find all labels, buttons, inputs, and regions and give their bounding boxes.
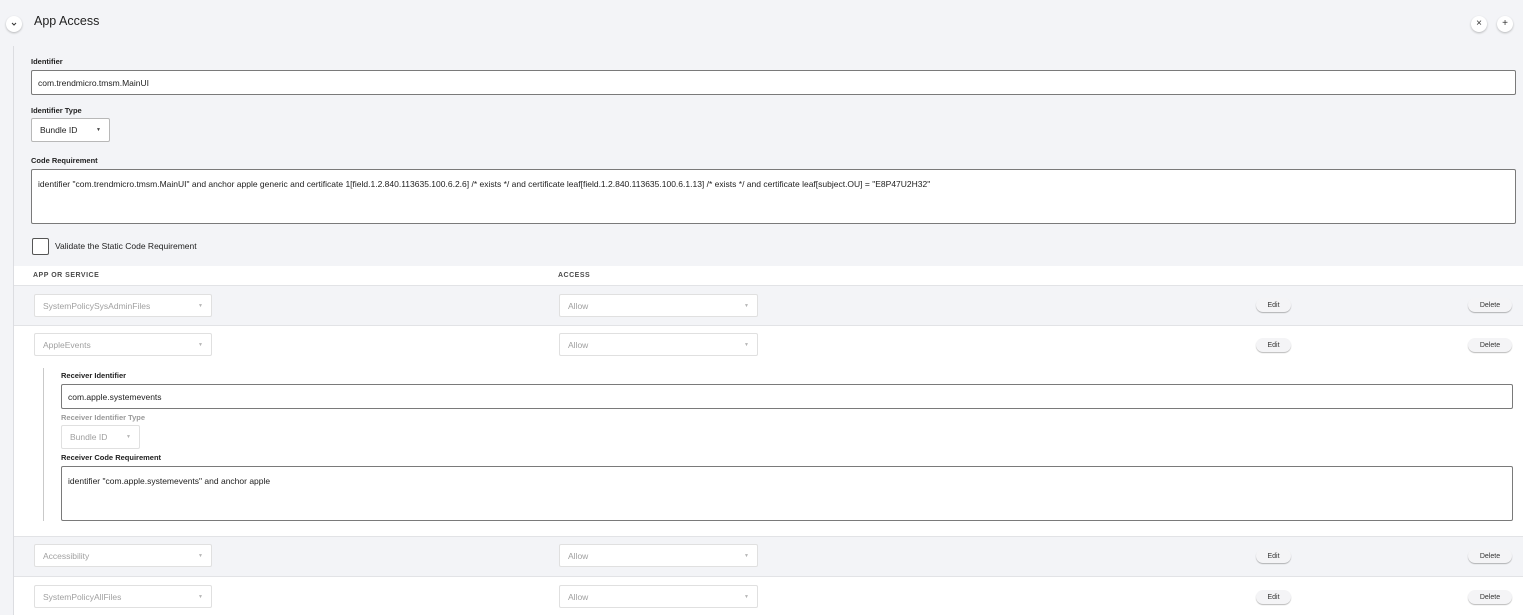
identifier-type-label: Identifier Type: [31, 106, 82, 115]
service-value: AppleEvents: [43, 339, 91, 350]
caret-down-icon: ▼: [744, 341, 749, 348]
table-header: APP OR SERVICE ACCESS: [14, 266, 1523, 286]
caret-down-icon: ▼: [198, 302, 203, 309]
caret-down-icon: ▼: [198, 341, 203, 348]
caret-down-icon: ▼: [96, 127, 101, 133]
receiver-code-requirement-textarea[interactable]: identifier "com.apple.systemevents" and …: [61, 466, 1513, 521]
receiver-identifier-value: com.apple.systemevents: [68, 391, 162, 402]
caret-down-icon: ▼: [744, 302, 749, 309]
table-row: Accessibility ▼ Allow ▼ Edit Delete: [14, 537, 1523, 577]
close-button[interactable]: ×: [1471, 16, 1487, 32]
edit-button[interactable]: Edit: [1256, 298, 1291, 312]
service-select[interactable]: AppleEvents ▼: [34, 333, 212, 356]
caret-down-icon: ▼: [198, 552, 203, 559]
validate-static-checkbox[interactable]: [32, 238, 49, 255]
close-icon: ×: [1476, 18, 1482, 29]
column-header-access: ACCESS: [558, 272, 591, 279]
service-select[interactable]: SystemPolicySysAdminFiles ▼: [34, 294, 212, 317]
edit-button[interactable]: Edit: [1256, 338, 1291, 352]
table-row: SystemPolicyAllFiles ▼ Allow ▼ Edit Dele…: [14, 577, 1523, 615]
receiver-identifier-input[interactable]: com.apple.systemevents: [61, 384, 1513, 409]
delete-button[interactable]: Delete: [1468, 549, 1512, 563]
receiver-identifier-type-label: Receiver Identifier Type: [61, 413, 146, 422]
identifier-type-select[interactable]: Bundle ID ▼: [31, 118, 110, 142]
access-value: Allow: [568, 300, 589, 311]
table-row: SystemPolicySysAdminFiles ▼ Allow ▼ Edit…: [14, 286, 1523, 326]
delete-button[interactable]: Delete: [1468, 298, 1512, 312]
access-value: Allow: [568, 550, 589, 561]
code-requirement-label: Code Requirement: [31, 156, 98, 165]
identifier-value: com.trendmicro.tmsm.MainUI: [38, 77, 149, 88]
chevron-down-icon: [11, 22, 17, 26]
caret-down-icon: ▼: [744, 552, 749, 559]
edit-button[interactable]: Edit: [1256, 590, 1291, 604]
delete-button[interactable]: Delete: [1468, 338, 1512, 352]
code-requirement-textarea[interactable]: identifier "com.trendmicro.tmsm.MainUI" …: [31, 169, 1516, 224]
caret-down-icon: ▼: [126, 434, 131, 440]
column-header-service: APP OR SERVICE: [33, 272, 100, 279]
receiver-identifier-label: Receiver Identifier: [61, 371, 127, 380]
code-requirement-value: identifier "com.trendmicro.tmsm.MainUI" …: [38, 179, 931, 189]
access-value: Allow: [568, 339, 589, 350]
add-button[interactable]: +: [1497, 16, 1513, 32]
receiver-identifier-type-value: Bundle ID: [70, 432, 108, 442]
plus-icon: +: [1502, 18, 1508, 29]
receiver-code-requirement-value: identifier "com.apple.systemevents" and …: [68, 476, 271, 486]
delete-button[interactable]: Delete: [1468, 590, 1512, 604]
service-select[interactable]: SystemPolicyAllFiles ▼: [34, 585, 212, 608]
collapse-button[interactable]: [6, 16, 22, 32]
service-value: SystemPolicySysAdminFiles: [43, 300, 151, 311]
caret-down-icon: ▼: [198, 593, 203, 600]
receiver-code-requirement-label: Receiver Code Requirement: [61, 453, 162, 462]
service-value: SystemPolicyAllFiles: [43, 591, 122, 602]
access-select[interactable]: Allow ▼: [559, 544, 758, 567]
identifier-input[interactable]: com.trendmicro.tmsm.MainUI: [31, 70, 1516, 95]
access-select[interactable]: Allow ▼: [559, 333, 758, 356]
identifier-label: Identifier: [31, 57, 63, 66]
section-header: App Access × +: [0, 0, 1523, 46]
edit-button[interactable]: Edit: [1256, 549, 1291, 563]
validate-static-label: Validate the Static Code Requirement: [55, 241, 197, 251]
receiver-identifier-type-select[interactable]: Bundle ID ▼: [61, 425, 140, 449]
access-select[interactable]: Allow ▼: [559, 294, 758, 317]
nested-indent-line: [43, 368, 44, 521]
access-select[interactable]: Allow ▼: [559, 585, 758, 608]
access-value: Allow: [568, 591, 589, 602]
caret-down-icon: ▼: [744, 593, 749, 600]
identifier-type-value: Bundle ID: [40, 125, 78, 135]
service-select[interactable]: Accessibility ▼: [34, 544, 212, 567]
service-value: Accessibility: [43, 550, 90, 561]
page-title: App Access: [34, 14, 100, 28]
